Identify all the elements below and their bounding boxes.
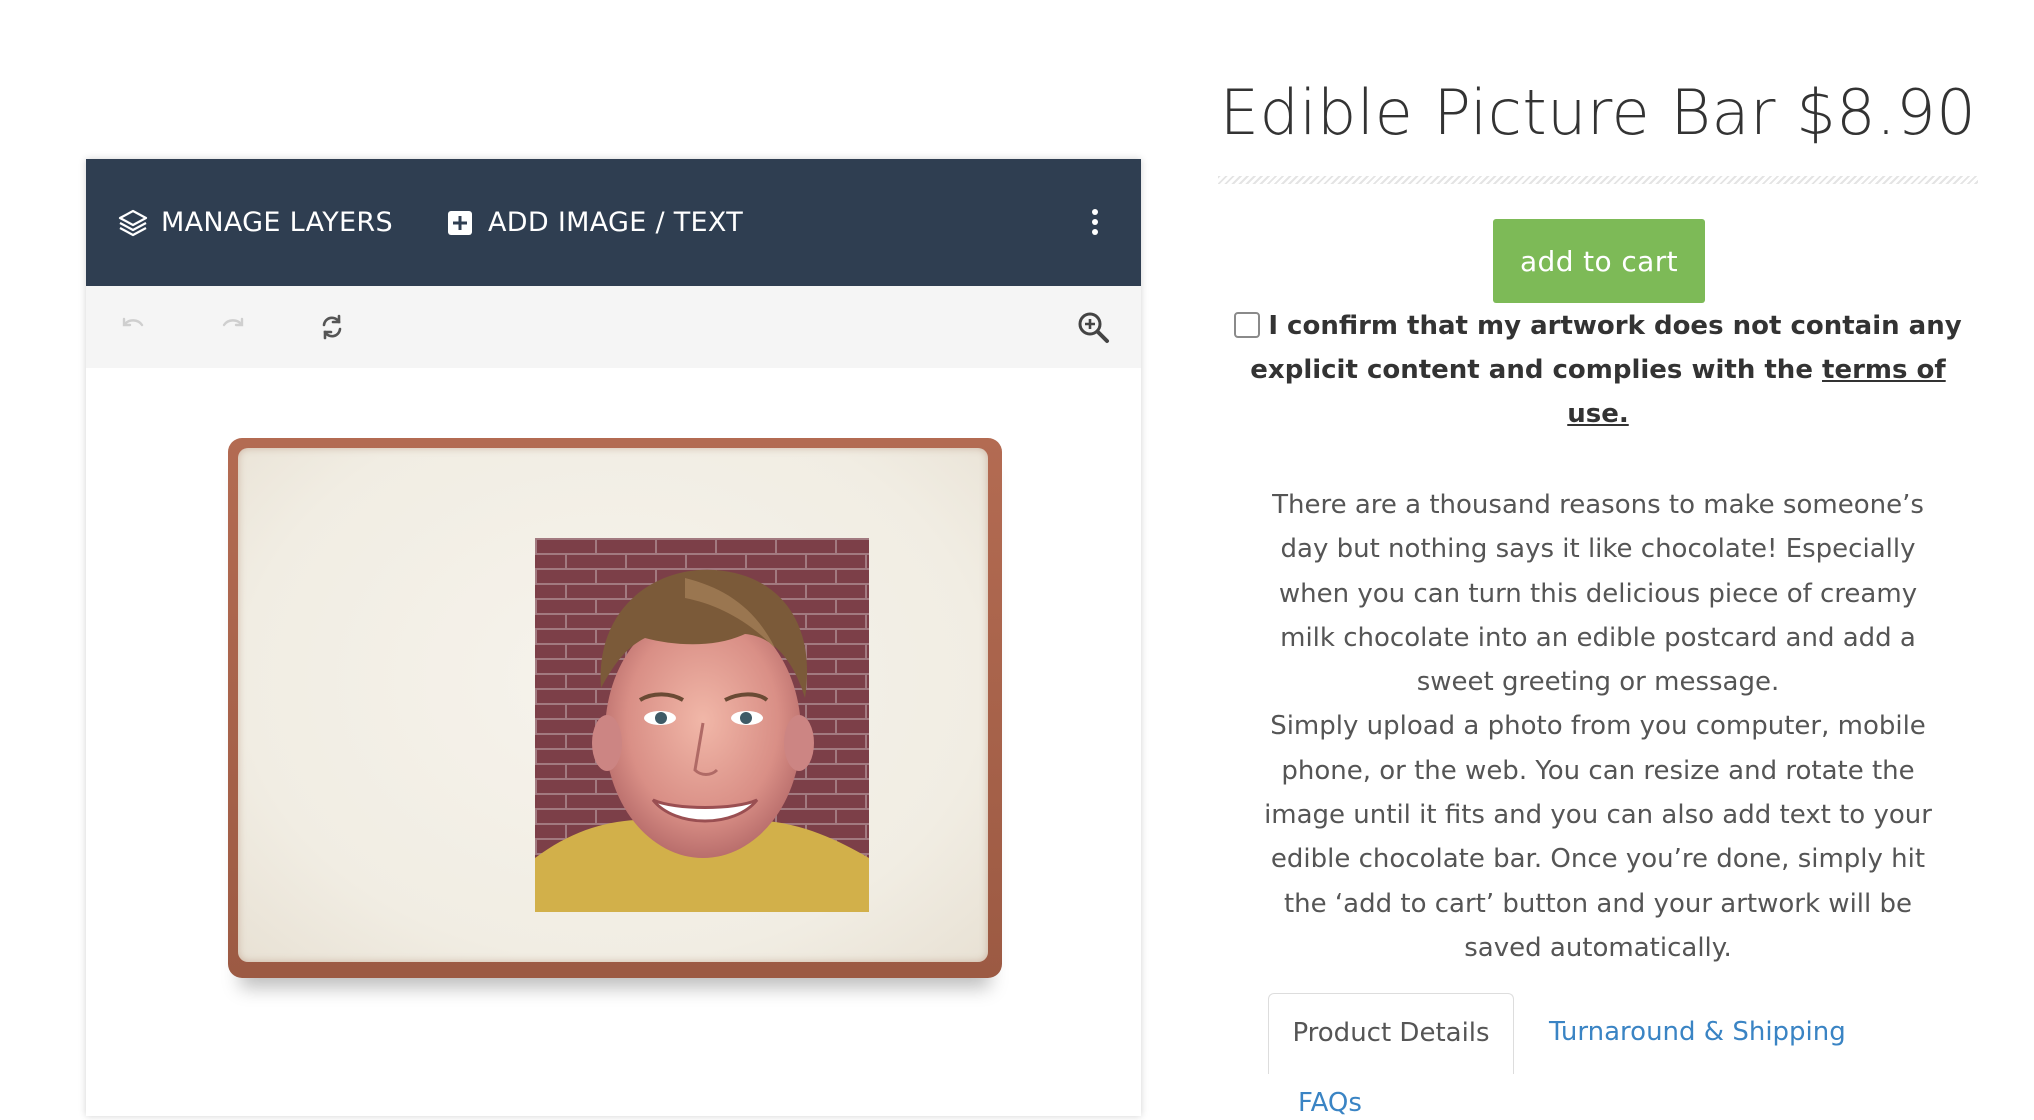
zoom-in-icon[interactable] xyxy=(1076,310,1110,344)
product-tabs: Product Details Turnaround & Shipping FA… xyxy=(1268,993,1968,1120)
redo-icon[interactable] xyxy=(216,310,250,344)
undo-icon[interactable] xyxy=(116,310,150,344)
plus-square-icon xyxy=(444,207,476,239)
add-to-cart-button[interactable]: add to cart xyxy=(1493,219,1705,303)
manage-layers-label: MANAGE LAYERS xyxy=(161,207,393,238)
product-title: Edible Picture Bar $8.90 xyxy=(1219,76,1977,149)
tab-product-details[interactable]: Product Details xyxy=(1268,993,1514,1074)
refresh-icon[interactable] xyxy=(315,310,349,344)
tab-faqs[interactable]: FAQs xyxy=(1298,1088,1362,1118)
tab-turnaround-shipping[interactable]: Turnaround & Shipping xyxy=(1549,993,1846,1073)
title-divider xyxy=(1218,176,1978,184)
manage-layers-button[interactable]: MANAGE LAYERS xyxy=(117,159,393,286)
more-vertical-icon[interactable] xyxy=(1089,207,1101,237)
page: MANAGE LAYERS ADD IMAGE / TEXT Edible Pi… xyxy=(0,0,2034,1120)
confirm-checkbox[interactable] xyxy=(1234,312,1261,338)
designer-toolbar: MANAGE LAYERS ADD IMAGE / TEXT xyxy=(86,159,1141,286)
layers-icon xyxy=(117,207,149,239)
add-image-text-button[interactable]: ADD IMAGE / TEXT xyxy=(444,159,743,286)
design-canvas[interactable] xyxy=(86,368,1141,1116)
uploaded-photo[interactable] xyxy=(535,538,869,912)
chocolate-bar-preview xyxy=(228,438,1002,978)
product-description: There are a thousand reasons to make som… xyxy=(1250,483,1946,970)
description-paragraph-2: Simply upload a photo from you computer,… xyxy=(1264,711,1932,963)
add-image-text-label: ADD IMAGE / TEXT xyxy=(488,207,743,238)
product-designer: MANAGE LAYERS ADD IMAGE / TEXT xyxy=(86,159,1141,1116)
description-paragraph-1: There are a thousand reasons to make som… xyxy=(1272,490,1924,698)
artwork-confirmation: I confirm that my artwork does not conta… xyxy=(1218,304,1978,436)
designer-action-bar xyxy=(86,286,1141,368)
